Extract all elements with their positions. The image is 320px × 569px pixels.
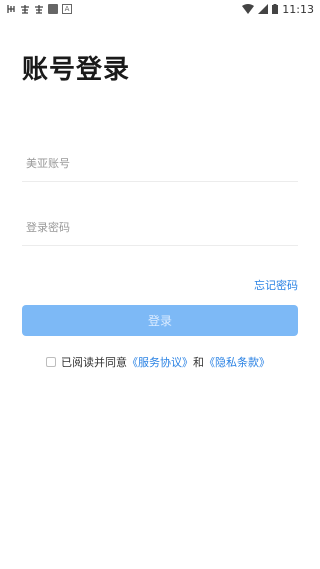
agreement-connector: 和 [193, 356, 204, 369]
forgot-password-link[interactable]: 忘记密码 [254, 277, 298, 293]
service-agreement-link[interactable]: 《服务协议》 [127, 354, 193, 370]
account-field [22, 145, 298, 182]
status-time: 11:13 [282, 2, 314, 16]
notification-icon-2 [20, 4, 30, 14]
page-title: 账号登录 [22, 55, 131, 85]
agreement-row: 已阅读并同意 《服务协议》 和 《隐私条款》 [46, 354, 270, 370]
account-input[interactable] [22, 145, 298, 181]
login-screen: A 11:13 账号登录 忘记密码 登录 已阅读并同意 《服务协议》 和 《隐私… [0, 0, 320, 569]
password-field [22, 209, 298, 246]
notification-icon-1 [6, 4, 16, 14]
password-input[interactable] [22, 209, 298, 245]
a-icon: A [62, 4, 72, 14]
battery-icon [272, 4, 279, 14]
login-button[interactable]: 登录 [22, 305, 298, 336]
privacy-terms-link[interactable]: 《隐私条款》 [204, 354, 270, 370]
signal-icon [258, 4, 269, 14]
status-notifications: A [6, 4, 72, 14]
square-icon [48, 4, 58, 14]
notification-icon-3 [34, 4, 44, 14]
agreement-prefix: 已阅读并同意 [61, 356, 127, 369]
status-system: 11:13 [242, 3, 314, 16]
agreement-checkbox[interactable] [46, 357, 56, 367]
status-bar: A 11:13 [0, 0, 320, 18]
wifi-icon [242, 4, 255, 14]
